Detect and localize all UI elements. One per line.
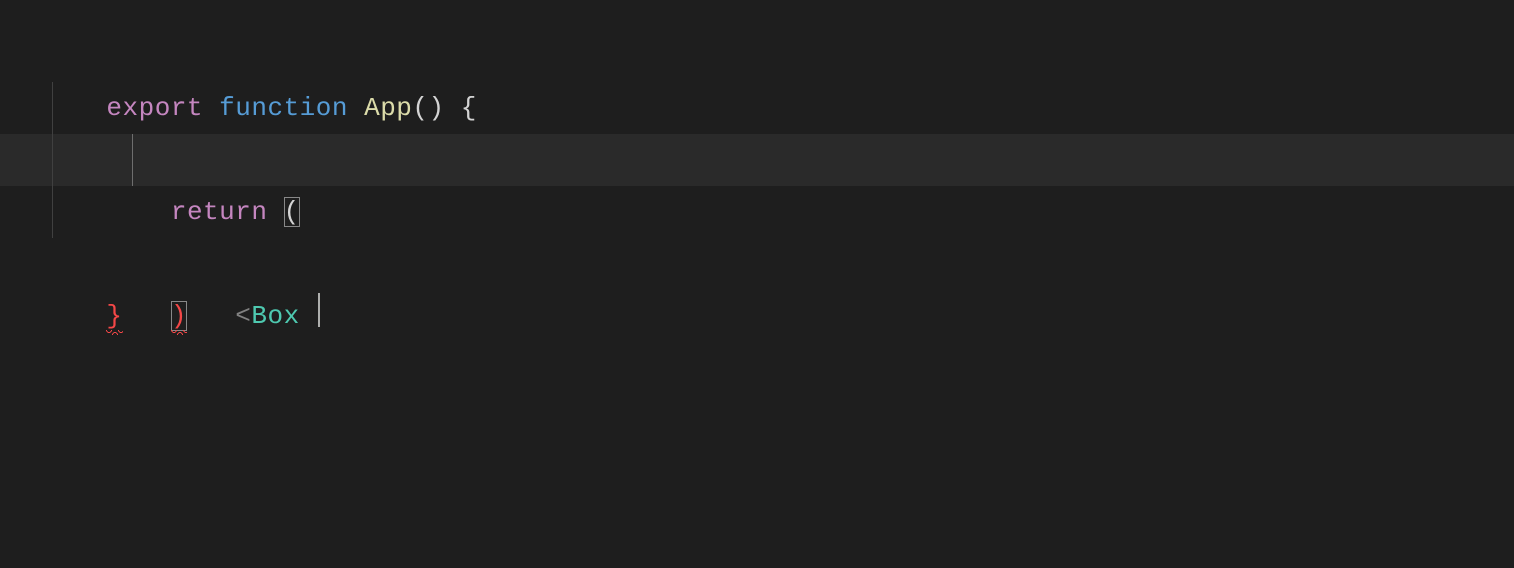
indent-guide — [132, 134, 133, 186]
whitespace — [300, 301, 316, 331]
code-line[interactable]: } — [0, 238, 1514, 290]
paren-close-error: ) — [171, 301, 187, 331]
indent-guide — [52, 186, 53, 238]
brace-close-error: } — [106, 301, 122, 331]
indent-guide — [52, 134, 53, 186]
code-editor[interactable]: export function App() { return ( <Box ) … — [0, 0, 1514, 568]
indent-guide — [52, 82, 53, 134]
code-line-active[interactable]: <Box — [0, 134, 1514, 186]
text-cursor — [318, 293, 320, 327]
code-line[interactable]: ) — [0, 186, 1514, 238]
jsx-angle-open: < — [235, 301, 251, 331]
code-line[interactable]: return ( — [0, 82, 1514, 134]
jsx-tag-name: Box — [251, 301, 299, 331]
code-line[interactable]: export function App() { — [0, 30, 1514, 82]
